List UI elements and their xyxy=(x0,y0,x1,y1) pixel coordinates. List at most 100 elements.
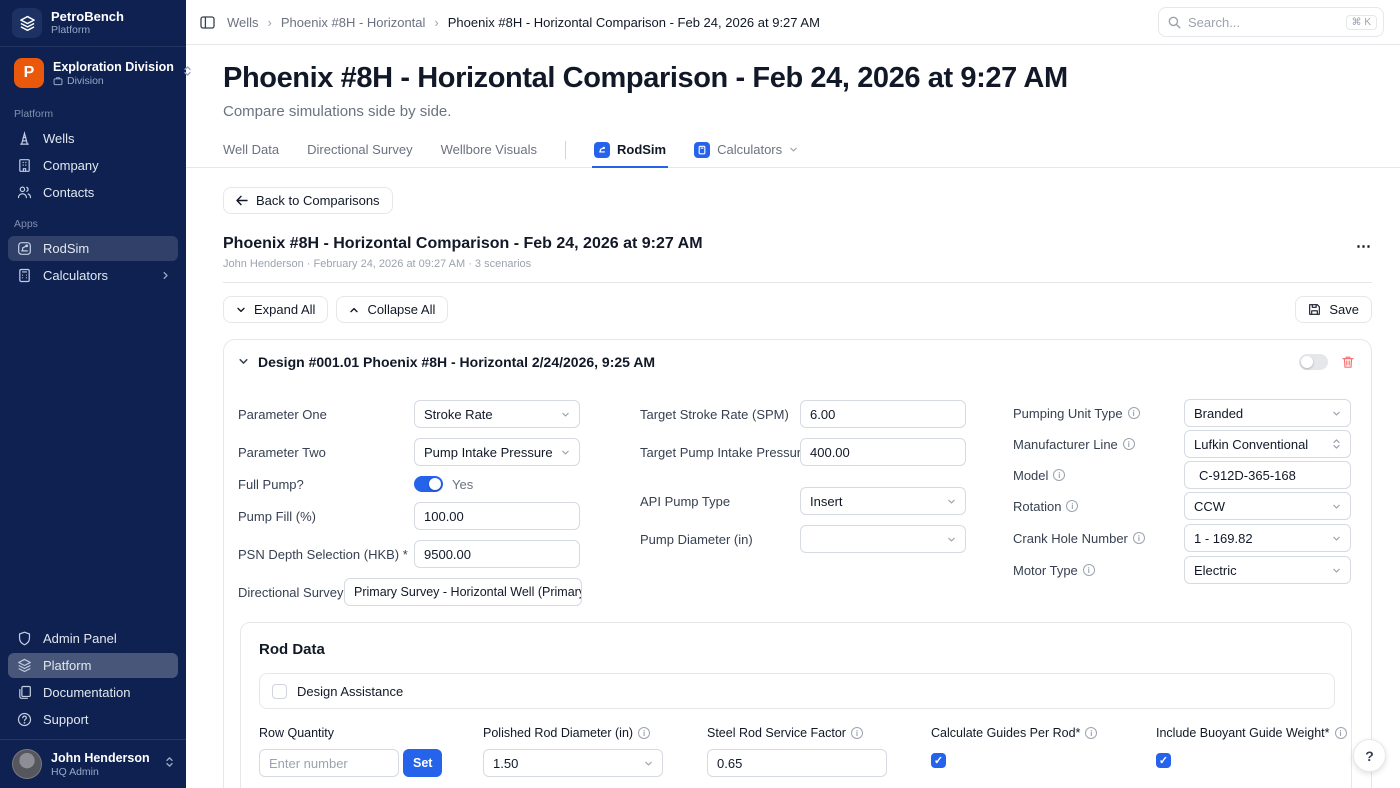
info-icon[interactable]: i xyxy=(1335,727,1347,739)
sidebar-item-calculators[interactable]: Calculators xyxy=(8,263,178,288)
set-button[interactable]: Set xyxy=(403,749,442,777)
motor-type-select[interactable]: Electric xyxy=(1184,556,1351,584)
buoyant-weight-label: Include Buoyant Guide Weight*i xyxy=(1156,726,1347,740)
manufacturer-line-select[interactable]: Lufkin Conventional xyxy=(1184,430,1351,458)
model-input[interactable] xyxy=(1184,461,1351,489)
field-label: Parameter One xyxy=(238,400,327,428)
api-pump-type-select[interactable]: Insert xyxy=(800,487,966,515)
building-icon xyxy=(16,158,33,173)
tab-calculators[interactable]: Calculators xyxy=(694,132,798,167)
collapse-all-button[interactable]: Collapse All xyxy=(336,296,448,323)
target-stroke-rate-input[interactable] xyxy=(800,400,966,428)
derrick-icon xyxy=(16,131,33,146)
org-switcher[interactable]: P Exploration Division Division xyxy=(8,54,178,92)
pump-diameter-select[interactable] xyxy=(800,525,966,553)
chevron-right-icon xyxy=(161,268,170,283)
tab-directional-survey[interactable]: Directional Survey xyxy=(307,132,413,167)
row-quantity-label: Row Quantity xyxy=(259,726,334,740)
user-menu[interactable]: John Henderson HQ Admin xyxy=(0,739,186,788)
sidebar-item-admin-panel[interactable]: Admin Panel xyxy=(8,626,178,651)
save-button[interactable]: Save xyxy=(1295,296,1372,323)
design-toggle[interactable] xyxy=(1299,354,1328,370)
chevron-up-down-icon xyxy=(183,64,192,82)
info-icon[interactable]: i xyxy=(1085,727,1097,739)
sidebar-item-rodsim[interactable]: RodSim xyxy=(8,236,178,261)
crank-hole-select[interactable]: 1 - 169.82 xyxy=(1184,524,1351,552)
design-assistance-checkbox[interactable] xyxy=(272,684,287,699)
petrobench-logo-icon xyxy=(12,8,42,38)
design-card: Design #001.01 Phoenix #8H - Horizontal … xyxy=(223,339,1372,788)
chevron-up-down-icon xyxy=(1326,438,1341,450)
buoyant-weight-checkbox[interactable]: ✓ xyxy=(1156,753,1171,768)
info-icon[interactable]: i xyxy=(1066,500,1078,512)
field-label: Parameter Two xyxy=(238,438,326,466)
breadcrumb: Wells › Phoenix #8H - Horizontal › Phoen… xyxy=(227,15,820,30)
divider xyxy=(223,282,1372,283)
pump-fill-input[interactable] xyxy=(414,502,580,530)
tab-rodsim[interactable]: RodSim xyxy=(594,132,666,167)
search-input[interactable] xyxy=(1188,15,1339,30)
info-icon[interactable]: i xyxy=(1083,564,1095,576)
tab-well-data[interactable]: Well Data xyxy=(223,132,279,167)
brand-name: PetroBench xyxy=(51,10,124,25)
field-label: Directional Survey * xyxy=(238,578,352,606)
sidebar-item-documentation[interactable]: Documentation xyxy=(8,680,178,705)
info-icon[interactable]: i xyxy=(1123,438,1135,450)
tab-wellbore-visuals[interactable]: Wellbore Visuals xyxy=(441,132,537,167)
people-icon xyxy=(16,185,33,200)
rod-data-card: Rod Data Design Assistance Row Quantity … xyxy=(240,622,1352,788)
parameter-one-select[interactable]: Stroke Rate xyxy=(414,400,580,428)
nav-section-apps: Apps xyxy=(0,206,186,235)
panel-toggle-icon[interactable] xyxy=(200,16,215,29)
row-quantity-input[interactable] xyxy=(259,749,399,777)
more-options-button[interactable]: ⋯ xyxy=(1356,235,1372,254)
field-label: Pump Fill (%) xyxy=(238,502,316,530)
save-icon xyxy=(1308,303,1321,316)
breadcrumb-separator: › xyxy=(434,15,438,30)
parameter-two-select[interactable]: Pump Intake Pressure xyxy=(414,438,580,466)
rotation-select[interactable]: CCW xyxy=(1184,492,1351,520)
sidebar-item-wells[interactable]: Wells xyxy=(8,126,178,151)
shield-icon xyxy=(16,631,33,646)
page-title: Phoenix #8H - Horizontal Comparison - Fe… xyxy=(223,62,1372,95)
info-icon[interactable]: i xyxy=(1053,469,1065,481)
collapse-design-icon[interactable] xyxy=(238,354,249,370)
directional-survey-select[interactable]: Primary Survey - Horizontal Well (Primar… xyxy=(344,578,582,606)
full-pump-state: Yes xyxy=(452,477,473,492)
pumping-unit-type-select[interactable]: Branded xyxy=(1184,399,1351,427)
sidebar-item-contacts[interactable]: Contacts xyxy=(8,180,178,205)
nav-section-platform: Platform xyxy=(0,96,186,125)
chevron-down-icon xyxy=(236,305,246,315)
info-icon[interactable]: i xyxy=(1128,407,1140,419)
info-icon[interactable]: i xyxy=(638,727,650,739)
service-factor-input[interactable] xyxy=(707,749,887,777)
chevron-up-icon xyxy=(349,305,359,315)
chevron-down-icon xyxy=(1326,534,1341,543)
chevron-down-icon xyxy=(638,759,653,768)
sidebar-item-platform[interactable]: Platform xyxy=(8,653,178,678)
trash-icon[interactable] xyxy=(1341,355,1355,369)
brand-sub: Platform xyxy=(51,24,124,36)
back-to-comparisons-button[interactable]: Back to Comparisons xyxy=(223,187,393,214)
sidebar-item-support[interactable]: Support xyxy=(8,707,178,732)
expand-all-button[interactable]: Expand All xyxy=(223,296,328,323)
field-label: Pump Diameter (in) xyxy=(640,525,753,553)
breadcrumb-well[interactable]: Phoenix #8H - Horizontal xyxy=(281,15,426,30)
search-box[interactable]: ⌘ K xyxy=(1158,7,1384,37)
target-pip-input[interactable] xyxy=(800,438,966,466)
info-icon[interactable]: i xyxy=(851,727,863,739)
breadcrumb-wells[interactable]: Wells xyxy=(227,15,259,30)
help-circle-icon xyxy=(16,712,33,727)
polished-rod-select[interactable]: 1.50 xyxy=(483,749,663,777)
calc-guides-checkbox[interactable]: ✓ xyxy=(931,753,946,768)
full-pump-toggle[interactable] xyxy=(414,476,443,492)
chevron-up-down-icon xyxy=(165,755,174,773)
info-icon[interactable]: i xyxy=(1133,532,1145,544)
sidebar-item-company[interactable]: Company xyxy=(8,153,178,178)
layers-icon xyxy=(16,658,33,673)
documents-icon xyxy=(16,685,33,700)
user-role: HQ Admin xyxy=(51,766,150,778)
breadcrumb-separator: › xyxy=(268,15,272,30)
psn-depth-input[interactable] xyxy=(414,540,580,568)
help-button[interactable]: ? xyxy=(1353,739,1386,772)
